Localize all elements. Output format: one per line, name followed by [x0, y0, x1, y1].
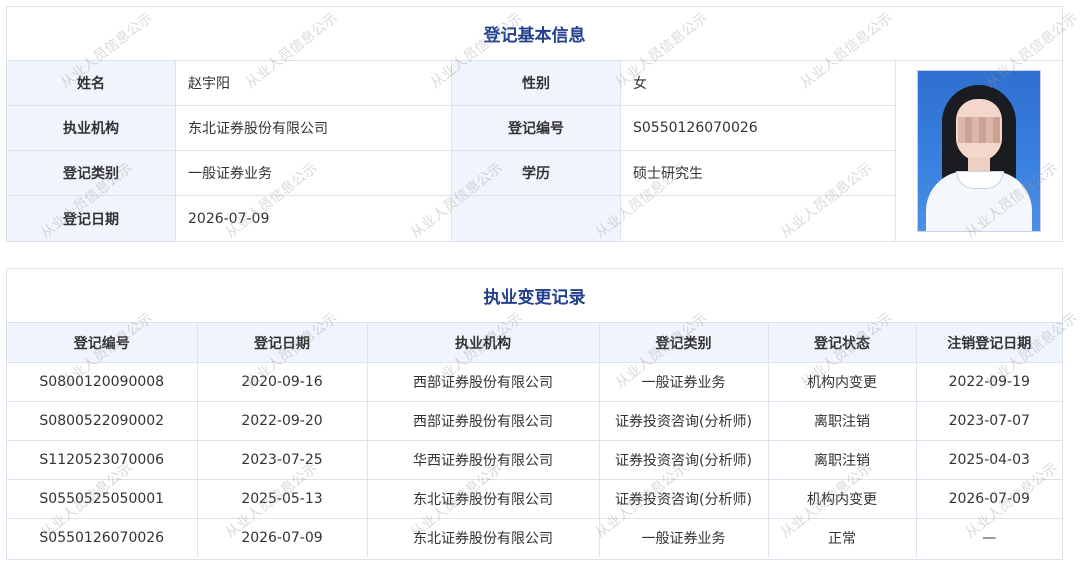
cell-reg-date: 2020-09-16	[197, 362, 368, 402]
basic-info-title: 登记基本信息	[7, 7, 1062, 61]
changes-panel: 执业变更记录 登记编号 登记日期 执业机构 登记类别 登记状态 注销登记日期 S…	[6, 268, 1063, 560]
reg-no-label: 登记编号	[452, 106, 621, 151]
cell-reg-no: S0550126070026	[7, 518, 198, 557]
date-label: 登记日期	[7, 196, 176, 241]
gender-label: 性别	[452, 61, 621, 106]
institution-label: 执业机构	[7, 106, 176, 151]
photo-cell	[896, 61, 1062, 241]
education-label: 学历	[452, 151, 621, 196]
cell-reg-date: 2022-09-20	[197, 401, 368, 441]
cell-category: 证券投资咨询(分析师)	[599, 401, 769, 441]
category-value: 一般证券业务	[176, 151, 452, 196]
name-value: 赵宇阳	[176, 61, 452, 106]
col-cancel-date: 注销登记日期	[916, 323, 1062, 363]
col-status: 登记状态	[768, 323, 917, 363]
cell-institution: 华西证券股份有限公司	[367, 440, 600, 480]
cell-institution: 东北证券股份有限公司	[367, 479, 600, 519]
table-row: S0800522090002 2022-09-20 西部证券股份有限公司 证券投…	[7, 401, 1062, 441]
col-reg-date: 登记日期	[197, 323, 368, 363]
cell-cancel-date: 2022-09-19	[916, 362, 1062, 402]
cell-reg-date: 2025-05-13	[197, 479, 368, 519]
table-row: S0800120090008 2020-09-16 西部证券股份有限公司 一般证…	[7, 362, 1062, 402]
cell-reg-no: S0800120090008	[7, 362, 198, 402]
education-value: 硕士研究生	[621, 151, 896, 196]
cell-category: 一般证券业务	[599, 518, 769, 557]
cell-reg-no: S0550525050001	[7, 479, 198, 519]
empty-value	[621, 196, 896, 241]
date-value: 2026-07-09	[176, 196, 452, 241]
cell-institution: 西部证券股份有限公司	[367, 401, 600, 441]
cell-status: 机构内变更	[768, 362, 917, 402]
institution-value: 东北证券股份有限公司	[176, 106, 452, 151]
cell-category: 证券投资咨询(分析师)	[599, 440, 769, 480]
cell-category: 一般证券业务	[599, 362, 769, 402]
cell-institution: 东北证券股份有限公司	[367, 518, 600, 557]
profile-photo	[917, 70, 1041, 232]
cell-cancel-date: 2023-07-07	[916, 401, 1062, 441]
reg-no-value: S0550126070026	[621, 106, 896, 151]
table-row: S0550126070026 2026-07-09 东北证券股份有限公司 一般证…	[7, 518, 1062, 557]
cell-cancel-date: —	[982, 530, 997, 546]
name-label: 姓名	[7, 61, 176, 106]
cell-status: 离职注销	[768, 440, 917, 480]
cell-status: 正常	[768, 518, 917, 557]
table-row: S0550525050001 2025-05-13 东北证券股份有限公司 证券投…	[7, 479, 1062, 519]
col-institution: 执业机构	[367, 323, 600, 363]
cell-reg-date: 2026-07-09	[197, 518, 368, 557]
cell-category: 证券投资咨询(分析师)	[599, 479, 769, 519]
empty-label	[452, 196, 621, 241]
changes-title: 执业变更记录	[7, 269, 1062, 323]
cell-status: 离职注销	[768, 401, 917, 441]
table-header-row: 登记编号 登记日期 执业机构 登记类别 登记状态 注销登记日期	[7, 323, 1062, 363]
col-category: 登记类别	[599, 323, 769, 363]
cell-reg-no: S0800522090002	[7, 401, 198, 441]
basic-info-panel: 登记基本信息 姓名 赵宇阳 性别 女 执业机构 东北证券股份有限公司 登记编号 …	[6, 6, 1063, 242]
gender-value: 女	[621, 61, 896, 106]
cell-reg-date: 2023-07-25	[197, 440, 368, 480]
cell-cancel-date: 2026-07-09	[916, 479, 1062, 519]
category-label: 登记类别	[7, 151, 176, 196]
cell-institution: 西部证券股份有限公司	[367, 362, 600, 402]
table-row: S1120523070006 2023-07-25 华西证券股份有限公司 证券投…	[7, 440, 1062, 480]
col-reg-no: 登记编号	[7, 323, 198, 363]
basic-info-grid: 姓名 赵宇阳 性别 女 执业机构 东北证券股份有限公司 登记编号 S055012…	[7, 61, 1062, 241]
cell-cancel-date: 2025-04-03	[916, 440, 1062, 480]
changes-table: 登记编号 登记日期 执业机构 登记类别 登记状态 注销登记日期 S0800120…	[7, 323, 1062, 557]
cell-status: 机构内变更	[768, 479, 917, 519]
cell-reg-no: S1120523070006	[7, 440, 198, 480]
